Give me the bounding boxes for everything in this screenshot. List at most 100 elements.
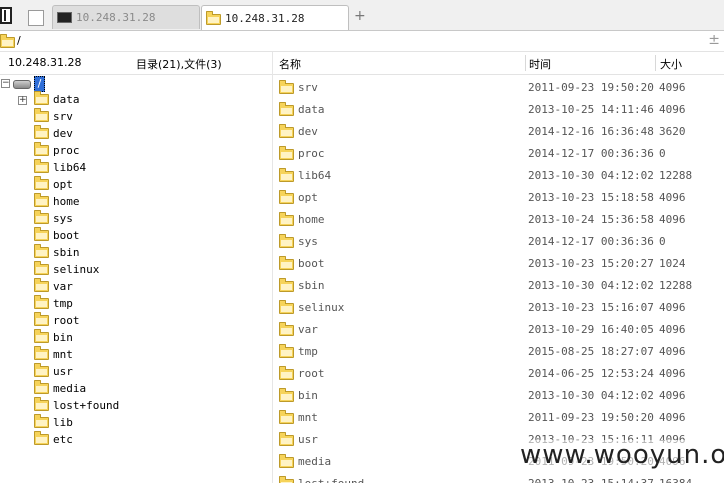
tree-item-label: boot — [53, 229, 80, 242]
tree-item-label: lost+found — [53, 399, 120, 412]
tree-item[interactable]: etc — [34, 431, 73, 448]
tree-item[interactable]: root — [34, 312, 80, 329]
column-divider[interactable] — [525, 55, 526, 71]
tree-item[interactable]: boot — [34, 227, 80, 244]
tree-item[interactable]: tmp — [34, 295, 73, 312]
file-row[interactable]: sys 2014-12-17 00:36:36 0 — [273, 229, 724, 251]
folder-icon — [34, 397, 49, 411]
file-time: 2013-10-23 15:14:37 — [528, 477, 654, 483]
tree-item[interactable]: lib — [34, 414, 73, 431]
file-row[interactable]: sbin 2013-10-30 04:12:02 12288 — [273, 273, 724, 295]
tree-item[interactable]: sys — [34, 210, 73, 227]
tree-item[interactable]: lib64 — [34, 159, 86, 176]
tree-item[interactable]: var — [34, 278, 73, 295]
path-menu-icon[interactable]: ± — [708, 32, 720, 48]
file-row[interactable]: lib64 2013-10-30 04:12:02 12288 — [273, 163, 724, 185]
tree-item-label: var — [53, 280, 73, 293]
folder-icon — [206, 11, 221, 25]
folder-icon — [279, 102, 294, 116]
tree-item[interactable]: usr — [34, 363, 73, 380]
path-input[interactable]: / — [17, 34, 21, 47]
file-row[interactable]: mnt 2011-09-23 19:50:20 4096 — [273, 405, 724, 427]
window-mode-icon[interactable] — [0, 7, 12, 24]
tree-item[interactable]: lost+found — [34, 397, 119, 414]
file-size: 4096 — [659, 301, 686, 314]
tree-item[interactable]: dev — [34, 125, 73, 142]
file-row[interactable]: home 2013-10-24 15:36:58 4096 — [273, 207, 724, 229]
file-row[interactable]: data 2013-10-25 14:11:46 4096 — [273, 97, 724, 119]
folder-icon — [279, 410, 294, 424]
file-row[interactable]: proc 2014-12-17 00:36:36 0 — [273, 141, 724, 163]
file-list-header: 名称 时间 大小 — [273, 52, 724, 75]
folder-icon — [279, 322, 294, 336]
tree-item[interactable]: sbin — [34, 244, 80, 261]
new-tab-button[interactable]: + — [354, 8, 366, 24]
file-name: tmp — [298, 345, 318, 358]
file-row[interactable]: srv 2011-09-23 19:50:20 4096 — [273, 75, 724, 97]
folder-icon — [34, 159, 49, 173]
file-time: 2011-09-23 19:50:20 — [528, 411, 654, 424]
file-name: opt — [298, 191, 318, 204]
folder-icon — [279, 212, 294, 226]
file-row[interactable]: lost+found 2013-10-23 15:14:37 16384 — [273, 471, 724, 483]
file-name: data — [298, 103, 325, 116]
tab-sftp[interactable]: 10.248.31.28 — [201, 5, 349, 30]
column-name[interactable]: 名称 — [279, 56, 301, 72]
file-size: 0 — [659, 235, 666, 248]
file-row[interactable]: bin 2013-10-30 04:12:02 4096 — [273, 383, 724, 405]
folder-icon — [34, 312, 49, 326]
tree-item-label: usr — [53, 365, 73, 378]
file-row[interactable]: boot 2013-10-23 15:20:27 1024 — [273, 251, 724, 273]
file-size: 4096 — [659, 367, 686, 380]
tree-item[interactable]: data — [34, 91, 80, 108]
column-size[interactable]: 大小 — [660, 56, 682, 72]
file-row[interactable]: opt 2013-10-23 15:18:58 4096 — [273, 185, 724, 207]
folder-icon — [34, 431, 49, 445]
file-row[interactable]: var 2013-10-29 16:40:05 4096 — [273, 317, 724, 339]
tree-item-label: lib — [53, 416, 73, 429]
tree-item[interactable]: mnt — [34, 346, 73, 363]
file-time: 2014-12-16 16:36:48 — [528, 125, 654, 138]
file-time: 2013-10-23 15:20:27 — [528, 257, 654, 270]
terminal-icon — [57, 12, 72, 23]
file-size: 4096 — [659, 191, 686, 204]
tree-item-label: etc — [53, 433, 73, 446]
file-size: 4096 — [659, 411, 686, 424]
tree-item[interactable]: opt — [34, 176, 73, 193]
file-row[interactable]: root 2014-06-25 12:53:24 4096 — [273, 361, 724, 383]
file-size: 4096 — [659, 103, 686, 116]
file-name: dev — [298, 125, 318, 138]
tree-item[interactable]: proc — [34, 142, 80, 159]
file-size: 16384 — [659, 477, 692, 483]
folder-icon — [279, 300, 294, 314]
tree-item[interactable]: srv — [34, 108, 73, 125]
tree-item[interactable]: bin — [34, 329, 73, 346]
tree-item[interactable]: home — [34, 193, 80, 210]
column-divider[interactable] — [655, 55, 656, 71]
tab-label: 10.248.31.28 — [225, 11, 305, 25]
folder-icon — [279, 146, 294, 160]
file-row[interactable]: dev 2014-12-16 16:36:48 3620 — [273, 119, 724, 141]
file-name: srv — [298, 81, 318, 94]
folder-icon — [279, 168, 294, 182]
column-time[interactable]: 时间 — [529, 56, 551, 72]
tree-item[interactable]: selinux — [34, 261, 99, 278]
file-time: 2013-10-24 15:36:58 — [528, 213, 654, 226]
tree-item[interactable]: media — [34, 380, 86, 397]
folder-icon — [279, 366, 294, 380]
file-time: 2013-10-30 04:12:02 — [528, 279, 654, 292]
file-size: 4096 — [659, 323, 686, 336]
tree-item-label: lib64 — [53, 161, 87, 174]
file-name: bin — [298, 389, 318, 402]
folder-icon — [34, 363, 49, 377]
file-row[interactable]: selinux 2013-10-23 15:16:07 4096 — [273, 295, 724, 317]
file-name: media — [298, 455, 332, 468]
tree-item-label: tmp — [53, 297, 73, 310]
folder-icon — [279, 124, 294, 138]
blank-tab-icon[interactable] — [28, 10, 44, 26]
folder-icon — [279, 278, 294, 292]
file-row[interactable]: tmp 2015-08-25 18:27:07 4096 — [273, 339, 724, 361]
file-name: boot — [298, 257, 325, 270]
tab-terminal[interactable]: 10.248.31.28 — [52, 5, 200, 29]
file-size: 12288 — [659, 279, 693, 292]
